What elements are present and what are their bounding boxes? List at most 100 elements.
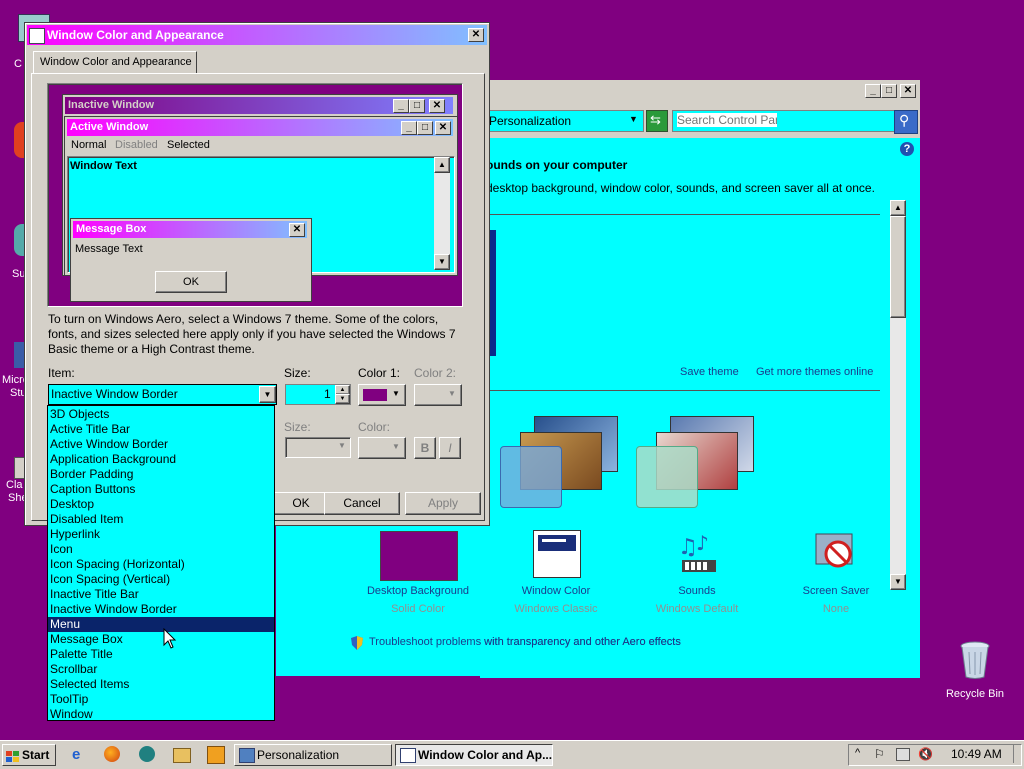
preview-inactive-title: Inactive Window xyxy=(68,99,155,111)
font-color-picker[interactable]: ▼ xyxy=(358,437,406,459)
preview-close-icon: ✕ xyxy=(289,223,305,237)
dropdown-option[interactable]: Icon Spacing (Horizontal) xyxy=(48,557,274,572)
show-desktop-button[interactable] xyxy=(1013,745,1020,763)
clock[interactable]: 10:49 AM xyxy=(951,747,1002,761)
color1-swatch xyxy=(363,389,387,401)
dialog-close-button[interactable]: ✕ xyxy=(468,28,484,42)
page-subheading: desktop background, window color, sounds… xyxy=(486,181,875,195)
search-button[interactable]: ⚲ xyxy=(894,110,918,134)
help-button[interactable]: ? xyxy=(900,142,914,156)
network-icon[interactable] xyxy=(896,748,910,761)
close-button[interactable]: ✕ xyxy=(900,84,916,98)
quicklaunch-media[interactable] xyxy=(207,746,225,764)
troubleshoot-link-visible[interactable]: Troubleshoot problems with transparency … xyxy=(369,636,681,648)
svg-text:♫: ♫ xyxy=(678,535,698,560)
dropdown-option[interactable]: Caption Buttons xyxy=(48,482,274,497)
preview-maximize-icon: □ xyxy=(409,99,425,113)
theme-thumbnail-landscapes[interactable] xyxy=(500,410,624,510)
window-color-title[interactable]: Window Color xyxy=(496,585,616,597)
dropdown-option[interactable]: Border Padding xyxy=(48,467,274,482)
quicklaunch-explorer[interactable] xyxy=(173,748,191,763)
volume-muted-icon[interactable]: 🔇 xyxy=(918,747,933,761)
italic-button[interactable]: I xyxy=(439,437,461,459)
dropdown-option[interactable]: Disabled Item xyxy=(48,512,274,527)
minimize-button[interactable]: _ xyxy=(865,84,881,98)
dropdown-option[interactable]: Hyperlink xyxy=(48,527,274,542)
dropdown-option[interactable]: Window xyxy=(48,707,274,720)
size-spinner[interactable]: 1 ▲ ▼ xyxy=(285,384,351,405)
desktop-background-label[interactable]: Desktop Background xyxy=(358,585,478,597)
search-box[interactable] xyxy=(672,110,896,132)
color1-picker[interactable]: ▼ xyxy=(358,384,406,406)
screen-saver-title[interactable]: Screen Saver xyxy=(776,585,896,597)
dropdown-option[interactable]: ToolTip xyxy=(48,692,274,707)
search-icon: ⚲ xyxy=(899,112,910,128)
dropdown-option[interactable]: Active Window Border xyxy=(48,437,274,452)
dropdown-option[interactable]: Palette Title xyxy=(48,647,274,662)
get-more-themes-link[interactable]: Get more themes online xyxy=(756,366,873,378)
preview-menu-normal: Normal xyxy=(71,139,107,151)
quicklaunch-firefox[interactable] xyxy=(104,746,120,762)
bold-button[interactable]: B xyxy=(414,437,436,459)
apply-button[interactable]: Apply xyxy=(405,492,481,515)
dropdown-option[interactable]: Application Background xyxy=(48,452,274,467)
search-input[interactable] xyxy=(677,113,777,127)
start-button[interactable]: Start xyxy=(2,744,56,766)
size-down-button[interactable]: ▼ xyxy=(335,394,350,404)
dropdown-option[interactable]: 3D Objects xyxy=(48,407,274,422)
window-color-icon-bar xyxy=(538,535,576,551)
dropdown-option[interactable]: Menu xyxy=(48,617,274,632)
address-bar[interactable]: Personalization ▼ xyxy=(480,110,644,132)
item-select-value: Inactive Window Border xyxy=(51,387,178,401)
cancel-button-label: Cancel xyxy=(343,496,381,510)
dropdown-option[interactable]: Message Box xyxy=(48,632,274,647)
color1-label: Color 1: xyxy=(358,366,401,380)
taskbar-button-personalization[interactable]: Personalization xyxy=(234,744,392,766)
dropdown-option[interactable]: Active Title Bar xyxy=(48,422,274,437)
window-color-icon-line xyxy=(542,539,566,542)
font-size-select[interactable]: ▼ xyxy=(285,437,351,458)
font-color-label: Color: xyxy=(358,420,391,434)
save-theme-link[interactable]: Save theme xyxy=(680,366,739,378)
desktop-icon-recycle-bin[interactable]: Recycle Bin xyxy=(942,636,1008,706)
divider xyxy=(488,390,880,391)
maximize-button[interactable]: □ xyxy=(881,84,897,98)
item-dropdown-list[interactable]: 3D Objects Active Title Bar Active Window … xyxy=(47,405,275,721)
page-heading: ounds on your computer xyxy=(486,158,628,172)
color2-picker[interactable]: ▼ xyxy=(414,384,462,406)
scroll-thumb[interactable] xyxy=(890,216,906,318)
cancel-button[interactable]: Cancel xyxy=(324,492,400,515)
sounds-title[interactable]: Sounds xyxy=(637,585,757,597)
flag-icon[interactable]: ⚐ xyxy=(874,747,885,761)
dropdown-option[interactable]: Inactive Title Bar xyxy=(48,587,274,602)
sounds-icon[interactable]: ♫ ♪ xyxy=(676,530,722,576)
dialog-titlebar[interactable]: Window Color and Appearance ✕ xyxy=(27,25,487,45)
preview-menubar: Normal Disabled Selected xyxy=(67,137,453,154)
taskbar-button-window-color[interactable]: Window Color and Ap... xyxy=(395,744,553,766)
preview-minimize-icon: _ xyxy=(393,99,409,113)
item-select-dropdown-button[interactable]: ▼ xyxy=(259,386,276,403)
chevron-down-icon[interactable]: ▼ xyxy=(629,114,638,124)
scroll-up-button[interactable]: ▲ xyxy=(890,200,906,216)
refresh-button[interactable]: ⇆ xyxy=(646,110,668,132)
quicklaunch-app[interactable] xyxy=(139,746,155,762)
font-size-label: Size: xyxy=(284,420,311,434)
chevron-down-icon: ▼ xyxy=(392,442,400,451)
chevron-up-icon[interactable]: ^ xyxy=(855,747,860,759)
desktop-icon-classic-shell[interactable]: Cla She xyxy=(4,455,28,505)
dropdown-option[interactable]: Inactive Window Border xyxy=(48,602,274,617)
theme-thumbnail-nature[interactable] xyxy=(636,410,760,510)
desktop-icon-microsoft[interactable]: Micro Stu xyxy=(2,340,29,400)
dropdown-option[interactable]: Desktop xyxy=(48,497,274,512)
dropdown-option[interactable]: Scrollbar xyxy=(48,662,274,677)
dropdown-option[interactable]: Icon Spacing (Vertical) xyxy=(48,572,274,587)
screen-saver-icon[interactable] xyxy=(812,530,858,576)
desktop-background-preview[interactable] xyxy=(380,531,458,581)
window-color-icon[interactable] xyxy=(533,530,581,578)
dropdown-option[interactable]: Icon xyxy=(48,542,274,557)
scrollbar[interactable]: ▲ ▼ xyxy=(890,200,906,590)
tab-window-color[interactable]: Window Color and Appearance xyxy=(33,51,197,74)
item-select[interactable]: Inactive Window Border ▼ xyxy=(48,384,277,405)
quicklaunch-ie[interactable]: e xyxy=(72,746,88,763)
dropdown-option[interactable]: Selected Items xyxy=(48,677,274,692)
